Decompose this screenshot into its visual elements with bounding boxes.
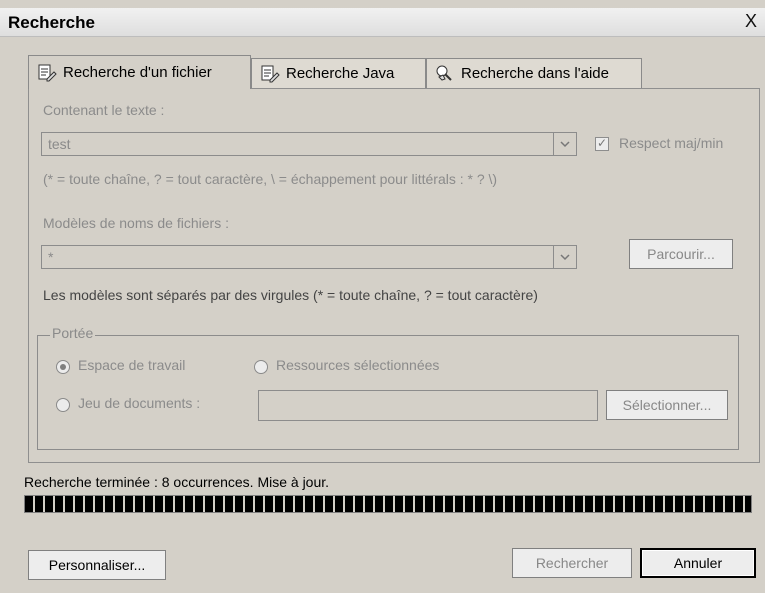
tab-java-search-label: Recherche Java <box>286 65 395 82</box>
search-text-value: test <box>48 136 71 152</box>
file-search-icon <box>37 63 57 83</box>
file-patterns-dropdown-button[interactable] <box>553 246 576 268</box>
progress-bar <box>24 495 752 513</box>
case-sensitive-label: Respect maj/min <box>619 135 724 151</box>
cancel-button[interactable]: Annuler <box>640 548 756 578</box>
tab-java-search[interactable]: Recherche Java <box>251 58 426 88</box>
file-patterns-hint: Les modèles sont séparés par des virgule… <box>43 287 538 303</box>
title-bar: Recherche X <box>0 8 765 37</box>
selected-resources-radio[interactable] <box>254 360 268 374</box>
check-icon: ✓ <box>597 136 608 150</box>
search-text-combobox[interactable]: test <box>41 132 577 156</box>
search-text-hint: (* = toute chaîne, ? = tout caractère, \… <box>43 171 498 187</box>
close-icon[interactable]: X <box>743 12 759 30</box>
customize-button[interactable]: Personnaliser... <box>28 550 166 580</box>
working-set-radio[interactable] <box>56 398 70 412</box>
selected-resources-label: Ressources sélectionnées <box>276 357 440 373</box>
tab-file-search-label: Recherche d'un fichier <box>63 64 212 81</box>
scope-group-label: Portée <box>50 325 96 341</box>
contains-text-label: Contenant le texte : <box>43 102 165 118</box>
search-panel: Contenant le texte : test ✓ Respect maj/… <box>28 88 760 463</box>
search-dialog: Recherche X Recherche d'un fichier Reche… <box>0 0 765 593</box>
scope-group: Portée Espace de travail Ressources séle… <box>37 325 739 450</box>
window-title: Recherche <box>8 13 95 32</box>
help-search-icon <box>435 64 455 84</box>
select-working-set-button[interactable]: Sélectionner... <box>606 390 728 420</box>
working-set-field[interactable] <box>258 390 598 421</box>
case-sensitive-checkbox[interactable]: ✓ <box>595 137 609 151</box>
workspace-radio[interactable] <box>56 360 70 374</box>
file-patterns-value: * <box>48 249 54 265</box>
file-patterns-combobox[interactable]: * <box>41 245 577 269</box>
progress-fill <box>25 496 751 512</box>
search-button[interactable]: Rechercher <box>512 548 632 578</box>
chevron-down-icon <box>560 254 570 261</box>
tab-file-search[interactable]: Recherche d'un fichier <box>28 55 251 89</box>
workspace-label: Espace de travail <box>78 357 186 373</box>
tab-help-search-label: Recherche dans l'aide <box>461 65 609 82</box>
java-search-icon <box>260 64 280 84</box>
tab-help-search[interactable]: Recherche dans l'aide <box>426 58 642 88</box>
status-message: Recherche terminée : 8 occurrences. Mise… <box>24 474 330 490</box>
chevron-down-icon <box>560 141 570 148</box>
browse-button[interactable]: Parcourir... <box>629 239 733 269</box>
search-text-dropdown-button[interactable] <box>553 133 576 155</box>
file-patterns-label: Modèles de noms de fichiers : <box>43 215 229 231</box>
working-set-label: Jeu de documents : <box>78 395 201 411</box>
